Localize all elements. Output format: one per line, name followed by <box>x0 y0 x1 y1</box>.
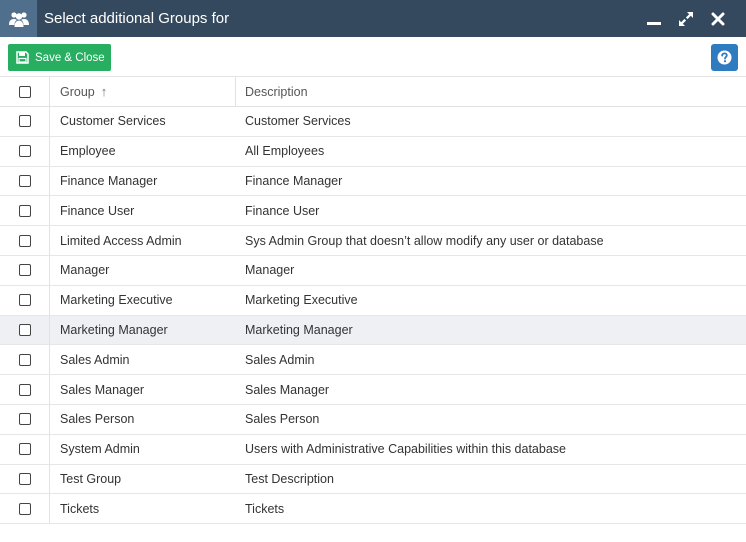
minimize-icon <box>647 21 661 25</box>
row-checkbox-cell <box>0 226 50 255</box>
group-name-cell: Employee <box>60 144 116 159</box>
group-description-cell: Finance User <box>245 203 320 218</box>
help-button[interactable] <box>711 44 738 71</box>
row-checkbox[interactable] <box>18 323 31 336</box>
row-checkbox[interactable] <box>18 413 31 426</box>
group-description-cell: Finance Manager <box>245 173 343 188</box>
table-row[interactable]: Finance Manager Finance Manager <box>0 166 746 197</box>
help-icon <box>717 50 732 65</box>
group-name-cell: Sales Manager <box>60 382 145 397</box>
row-checkbox[interactable] <box>18 174 31 187</box>
row-checkbox-cell <box>0 375 50 404</box>
row-checkbox-cell <box>0 464 50 494</box>
column-header-group[interactable]: Group ↑ <box>50 77 236 106</box>
table-row[interactable]: Test Group Test Description <box>0 464 746 495</box>
minimize-button[interactable] <box>638 0 670 37</box>
table-row[interactable]: Manager Manager <box>0 255 746 286</box>
table-row[interactable]: Tickets Tickets <box>0 494 746 525</box>
row-checkbox-cell <box>0 404 50 434</box>
table-row[interactable]: Employee All Employees <box>0 136 746 167</box>
table-row[interactable]: Customer Services Customer Services <box>0 107 746 137</box>
header-checkbox-cell <box>0 77 50 106</box>
groups-grid: Group ↑ Description Customer Services Cus… <box>0 77 746 525</box>
maximize-icon <box>679 11 693 26</box>
row-checkbox-cell <box>0 434 50 464</box>
group-description-cell: Customer Services <box>245 114 351 129</box>
group-description-cell: Tickets <box>245 501 285 516</box>
groups-icon-box <box>0 0 37 37</box>
close-button[interactable] <box>702 0 734 37</box>
column-header-group-label: Group <box>60 84 95 99</box>
dialog-title: Select additional Groups for <box>44 10 230 27</box>
row-checkbox[interactable] <box>18 502 31 515</box>
group-description-cell: Sys Admin Group that doesn’t allow modif… <box>245 233 604 248</box>
group-name-cell: Limited Access Admin <box>60 233 182 248</box>
row-checkbox-cell <box>0 196 50 226</box>
group-description-cell: Users with Administrative Capabilities w… <box>245 442 566 457</box>
save-icon <box>16 51 29 64</box>
table-row[interactable]: Sales Admin Sales Admin <box>0 345 746 376</box>
group-name-cell: Manager <box>60 263 110 278</box>
group-description-cell: All Employees <box>245 144 325 159</box>
table-row[interactable]: Finance User Finance User <box>0 196 746 227</box>
maximize-button[interactable] <box>670 0 702 37</box>
group-name-cell: Sales Person <box>60 412 135 427</box>
group-description-cell: Test Description <box>245 471 334 486</box>
table-row[interactable]: Marketing Manager Marketing Manager <box>0 315 746 346</box>
row-checkbox-cell <box>0 345 50 375</box>
group-name-cell: Sales Admin <box>60 352 130 367</box>
row-checkbox-cell <box>0 107 50 136</box>
dialog-titlebar: Select additional Groups for <box>0 0 746 37</box>
group-name-cell: Marketing Manager <box>60 322 168 337</box>
save-close-button[interactable]: Save & Close <box>8 44 111 71</box>
table-row[interactable]: Sales Manager Sales Manager <box>0 375 746 405</box>
group-name-cell: Tickets <box>60 501 100 516</box>
group-description-cell: Sales Manager <box>245 382 330 397</box>
users-icon <box>8 11 29 27</box>
row-checkbox[interactable] <box>18 115 31 128</box>
group-name-cell: System Admin <box>60 442 140 457</box>
group-name-cell: Finance Manager <box>60 173 158 188</box>
row-checkbox-cell <box>0 136 50 166</box>
row-checkbox-cell <box>0 315 50 345</box>
row-checkbox-cell <box>0 255 50 285</box>
row-checkbox[interactable] <box>18 443 31 456</box>
row-checkbox-cell <box>0 285 50 315</box>
group-name-cell: Marketing Executive <box>60 293 173 308</box>
row-checkbox[interactable] <box>18 383 31 396</box>
window-controls <box>638 0 734 37</box>
row-checkbox-cell <box>0 494 50 524</box>
group-description-cell: Sales Admin <box>245 352 315 367</box>
table-row[interactable]: Marketing Executive Marketing Executive <box>0 285 746 316</box>
row-checkbox[interactable] <box>18 472 31 485</box>
row-checkbox[interactable] <box>18 234 31 247</box>
group-description-cell: Marketing Executive <box>245 293 358 308</box>
row-checkbox[interactable] <box>18 204 31 217</box>
group-description-cell: Marketing Manager <box>245 322 353 337</box>
group-name-cell: Finance User <box>60 203 135 218</box>
grid-body: Customer Services Customer Services Employ… <box>0 107 746 525</box>
row-checkbox-cell <box>0 166 50 196</box>
row-checkbox[interactable] <box>18 353 31 366</box>
close-icon <box>711 12 725 25</box>
row-checkbox[interactable] <box>18 264 31 277</box>
row-checkbox[interactable] <box>18 294 31 307</box>
table-row[interactable]: Limited Access Admin Sys Admin Group that… <box>0 226 746 256</box>
toolbar: Save & Close <box>0 37 746 77</box>
sort-ascending-icon: ↑ <box>100 84 108 99</box>
grid-header: Group ↑ Description <box>0 77 746 107</box>
group-name-cell: Customer Services <box>60 114 166 129</box>
column-header-description-label: Description <box>245 84 308 99</box>
select-all-checkbox[interactable] <box>18 85 31 98</box>
table-row[interactable]: Sales Person Sales Person <box>0 404 746 435</box>
table-row[interactable]: System Admin Users with Administrative Ca… <box>0 434 746 465</box>
save-close-label: Save & Close <box>35 51 105 64</box>
group-description-cell: Manager <box>245 263 295 278</box>
group-name-cell: Test Group <box>60 471 122 486</box>
row-checkbox[interactable] <box>18 145 31 158</box>
group-description-cell: Sales Person <box>245 412 320 427</box>
column-header-description[interactable]: Description <box>236 77 746 106</box>
